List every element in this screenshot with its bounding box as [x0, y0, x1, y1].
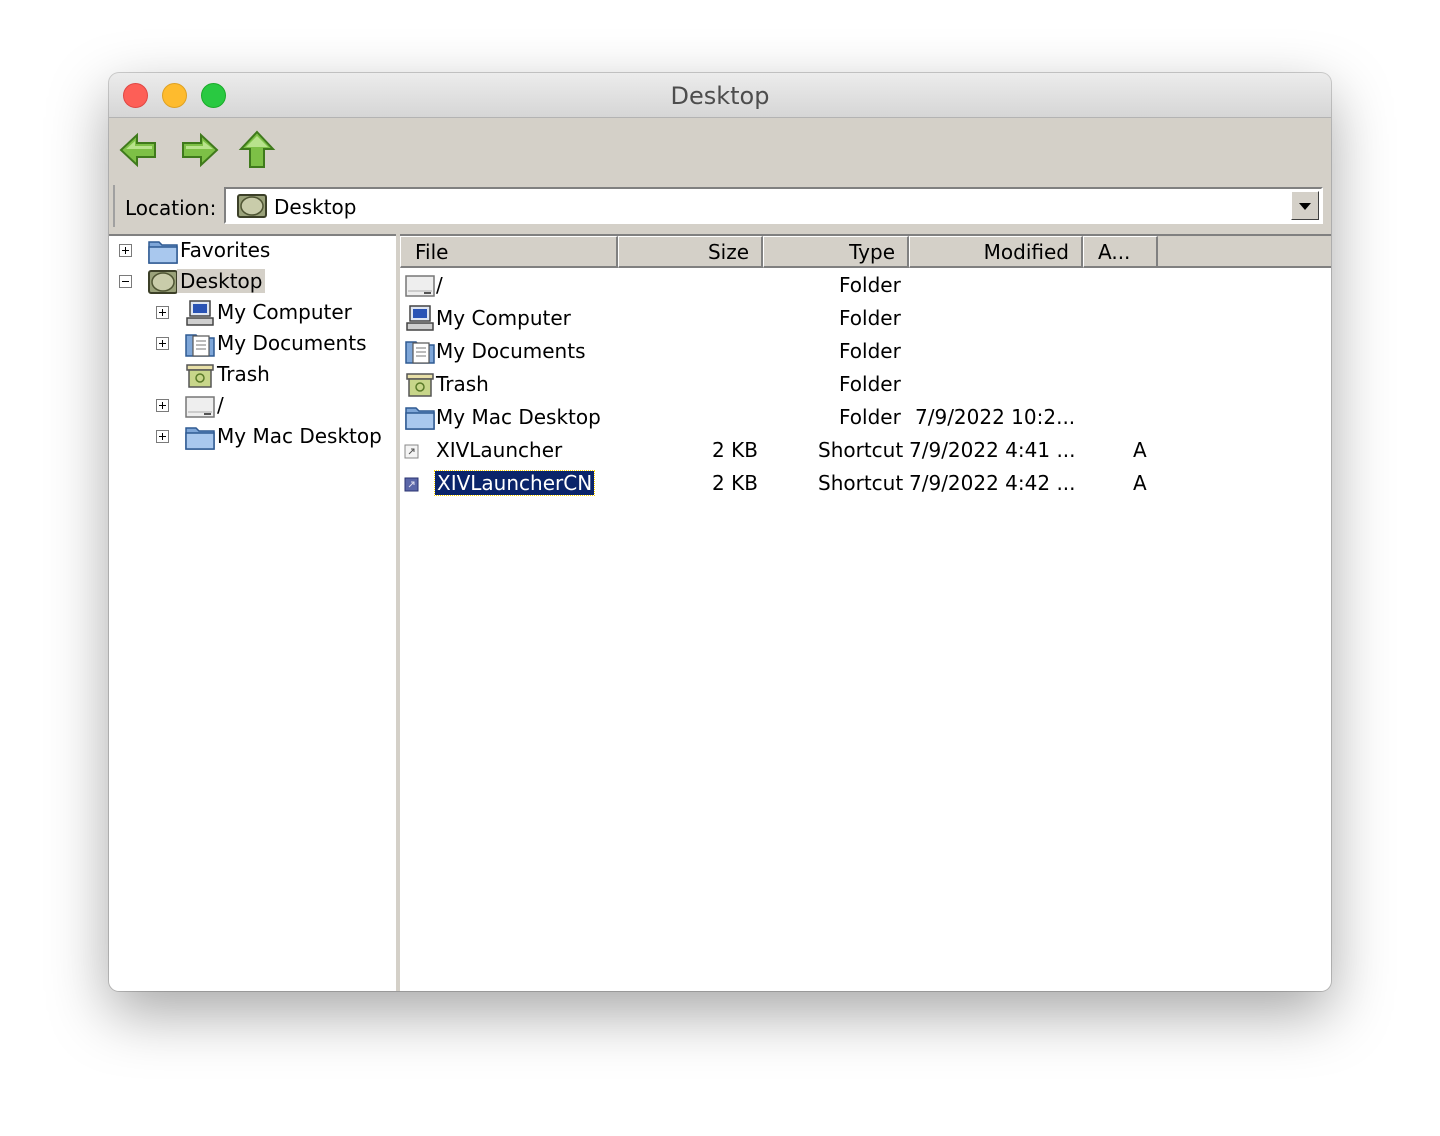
location-value: Desktop — [274, 195, 357, 219]
expand-icon[interactable] — [156, 337, 169, 350]
file-modified: 7/9/2022 4:42 ... — [909, 471, 1076, 495]
column-header-attributes[interactable]: A... — [1083, 236, 1158, 268]
documents-icon — [404, 337, 436, 365]
list-item[interactable]: My Computer Folder — [400, 303, 1331, 336]
file-size: 2 KB — [712, 471, 758, 495]
column-header-modified[interactable]: Modified — [909, 236, 1083, 268]
computer-icon — [184, 299, 216, 327]
window-title: Desktop — [670, 82, 770, 110]
file-name: XIVLauncherCN — [433, 470, 596, 496]
expand-icon[interactable] — [156, 306, 169, 319]
list-item[interactable]: / Folder — [400, 270, 1331, 303]
explorer-window: Desktop Location: Desktop Favorites Desk… — [109, 73, 1331, 991]
file-name: XIVLauncher — [436, 438, 563, 462]
shortcut-icon — [404, 477, 420, 493]
shortcut-icon — [404, 444, 420, 460]
folder-icon — [404, 403, 436, 431]
tree-item-label: / — [217, 393, 224, 417]
column-header-file[interactable]: File — [400, 236, 618, 268]
file-modified: 7/9/2022 10:2... — [915, 405, 1076, 429]
folder-icon — [147, 237, 179, 265]
file-size: 2 KB — [712, 438, 758, 462]
file-list: File Size Type Modified A... / Folder My — [400, 234, 1331, 991]
file-type: Folder — [839, 339, 901, 363]
title-bar[interactable]: Desktop — [109, 73, 1331, 118]
documents-icon — [184, 330, 216, 358]
drive-icon — [404, 271, 436, 299]
file-name: My Computer — [436, 306, 571, 330]
location-dropdown-button[interactable] — [1291, 191, 1319, 220]
folder-tree: Favorites Desktop My Computer My Documen… — [109, 234, 396, 991]
up-button[interactable] — [237, 130, 277, 170]
tree-item-label: Favorites — [180, 238, 271, 262]
desktop-icon — [147, 268, 179, 296]
forward-button[interactable] — [179, 130, 219, 170]
back-arrow-icon — [119, 132, 156, 168]
expand-icon[interactable] — [119, 244, 132, 257]
list-item[interactable]: My Mac Desktop Folder 7/9/2022 10:2... — [400, 402, 1331, 435]
tree-item-label: My Computer — [217, 300, 352, 324]
file-name: Trash — [436, 372, 489, 396]
expand-icon[interactable] — [156, 430, 169, 443]
file-type: Shortcut — [818, 471, 904, 495]
file-attributes: A — [1133, 471, 1147, 495]
tree-item-label: Trash — [217, 362, 270, 386]
drive-icon — [184, 392, 216, 420]
file-type: Folder — [839, 405, 901, 429]
column-header-size[interactable]: Size — [618, 236, 763, 268]
file-type: Shortcut — [818, 438, 904, 462]
folder-icon — [184, 423, 216, 451]
tree-item-label: My Documents — [217, 331, 367, 355]
file-type: Folder — [839, 306, 901, 330]
expand-icon[interactable] — [156, 399, 169, 412]
tree-item-label: Desktop — [177, 269, 266, 293]
trash-icon — [184, 361, 216, 389]
column-header-type[interactable]: Type — [763, 236, 909, 268]
desktop-icon — [236, 193, 268, 219]
up-arrow-icon — [238, 130, 276, 168]
back-button[interactable] — [119, 130, 159, 170]
computer-icon — [404, 304, 436, 332]
file-attributes: A — [1133, 438, 1147, 462]
location-bar: Location: Desktop — [113, 185, 1323, 227]
file-type: Folder — [839, 372, 901, 396]
list-item-selected[interactable]: XIVLauncherCN 2 KB Shortcut 7/9/2022 4:4… — [400, 468, 1331, 501]
collapse-icon[interactable] — [119, 275, 132, 288]
file-name: My Documents — [436, 339, 586, 363]
list-item[interactable]: XIVLauncher 2 KB Shortcut 7/9/2022 4:41 … — [400, 435, 1331, 468]
file-modified: 7/9/2022 4:41 ... — [909, 438, 1076, 462]
location-combobox[interactable]: Desktop — [224, 187, 1323, 224]
list-item[interactable]: My Documents Folder — [400, 336, 1331, 369]
forward-arrow-icon — [182, 132, 219, 168]
trash-icon — [404, 370, 436, 398]
file-name: My Mac Desktop — [436, 405, 601, 429]
toolbar — [109, 118, 1331, 182]
location-label: Location: — [125, 196, 217, 220]
file-type: Folder — [839, 273, 901, 297]
column-header-filler — [1158, 236, 1331, 268]
tree-item-label: My Mac Desktop — [217, 424, 382, 448]
list-item[interactable]: Trash Folder — [400, 369, 1331, 402]
file-name: / — [436, 273, 443, 297]
